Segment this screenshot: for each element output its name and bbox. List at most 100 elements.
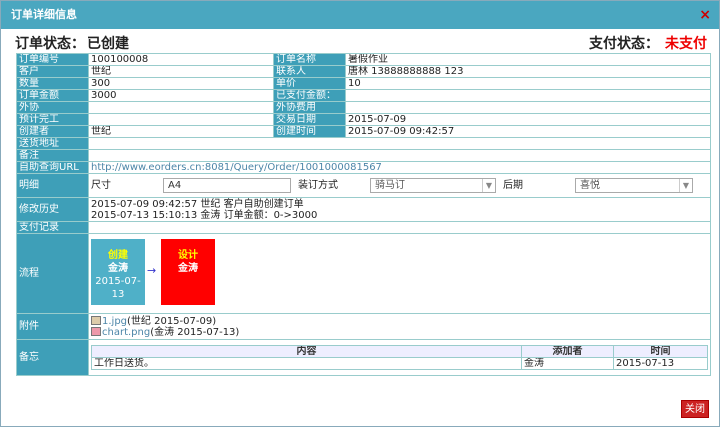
flow-node-person: 金涛 xyxy=(108,262,128,274)
order-status-label: 订单状态： xyxy=(15,36,85,52)
chevron-down-icon: ▼ xyxy=(482,179,495,192)
payments-label: 支付记录 xyxy=(16,221,89,234)
image-file-icon xyxy=(91,327,101,336)
memo-author: 金涛 xyxy=(521,357,614,370)
memo-content: 工作日送货。 xyxy=(91,357,522,370)
size-input[interactable]: A4 xyxy=(163,178,291,193)
memo-table: 内容 添加者 时间 工作日送货。 金涛 2015-07-13 xyxy=(91,345,708,370)
flow-cell: 创建 金涛 2015-07-13 → 设计 金涛 xyxy=(88,233,711,314)
table-row: 自助查询URL http://www.eorders.cn:8081/Query… xyxy=(16,161,711,174)
close-button[interactable]: 关闭 xyxy=(681,400,709,418)
outsource-label: 外协 xyxy=(16,101,89,114)
table-row: 工作日送货。 金涛 2015-07-13 xyxy=(91,357,708,370)
flow-node-design[interactable]: 设计 金涛 xyxy=(161,238,215,305)
created-time-label: 创建时间 xyxy=(273,125,346,138)
table-row: 订单编号 100100008 订单名称 暑假作业 xyxy=(16,53,711,66)
contact-label: 联系人 xyxy=(273,65,346,78)
table-row: 修改历史 2015-07-09 09:42:57 世纪 客户自助创建订单 201… xyxy=(16,197,711,222)
post-value: 喜悦 xyxy=(580,180,600,191)
table-row: 客户 世纪 联系人 唐林 13888888888 123 xyxy=(16,65,711,78)
payments-value xyxy=(88,221,711,234)
address-value xyxy=(88,137,711,150)
table-row: 支付记录 xyxy=(16,221,711,234)
created-time-value: 2015-07-09 09:42:57 xyxy=(345,125,711,138)
table-row: 订单金额 3000 已支付金额： xyxy=(16,89,711,102)
contact-value: 唐林 13888888888 123 xyxy=(345,65,711,78)
remark-label: 备注 xyxy=(16,149,89,162)
trade-date-label: 交易日期 xyxy=(273,113,346,126)
memo-header-content: 内容 xyxy=(91,345,522,358)
customer-label: 客户 xyxy=(16,65,89,78)
customer-value: 世纪 xyxy=(88,65,274,78)
memo-header-author: 添加者 xyxy=(521,345,614,358)
flow-label: 流程 xyxy=(16,233,89,314)
detail-inner-table: 尺寸 A4 装订方式 骑马订 ▼ 后期 喜悦 ▼ xyxy=(90,175,710,197)
quantity-label: 数量 xyxy=(16,77,89,90)
attachment-link[interactable]: 1.jpg xyxy=(102,316,127,327)
remark-value xyxy=(88,149,711,162)
trade-date-value: 2015-07-09 xyxy=(345,113,711,126)
address-label: 送货地址 xyxy=(16,137,89,150)
detail-cell: 尺寸 A4 装订方式 骑马订 ▼ 后期 喜悦 ▼ xyxy=(88,173,711,198)
unit-price-label: 单价 xyxy=(273,77,346,90)
table-row: 附件 1.jpg(世纪 2015-07-09) chart.png(金涛 201… xyxy=(16,313,711,340)
order-no-value: 100100008 xyxy=(88,53,274,66)
pay-status: 支付状态： 未支付 xyxy=(589,33,707,53)
creator-value: 世纪 xyxy=(88,125,274,138)
attachment-meta: (金涛 2015-07-13) xyxy=(150,326,240,338)
table-row: 外协 外协费用 xyxy=(16,101,711,114)
outsource-fee-label: 外协费用 xyxy=(273,101,346,114)
flow-arrow: → xyxy=(147,263,157,277)
close-icon[interactable]: × xyxy=(699,1,711,29)
order-detail-table: 订单编号 100100008 订单名称 暑假作业 客户 世纪 联系人 唐林 13… xyxy=(16,53,711,376)
post-select[interactable]: 喜悦 ▼ xyxy=(575,178,693,193)
memo-header-time: 时间 xyxy=(613,345,708,358)
attachment-link[interactable]: chart.png xyxy=(102,327,150,338)
history-line: 2015-07-09 09:42:57 世纪 客户自助创建订单 xyxy=(91,198,304,210)
binding-value: 骑马订 xyxy=(375,180,405,191)
binding-select[interactable]: 骑马订 ▼ xyxy=(370,178,496,193)
quantity-value: 300 xyxy=(88,77,274,90)
flow-node-person: 金涛 xyxy=(178,262,198,274)
table-row: 创建者 世纪 创建时间 2015-07-09 09:42:57 xyxy=(16,125,711,138)
order-status-value: 已创建 xyxy=(87,36,129,52)
history-cell: 2015-07-09 09:42:57 世纪 客户自助创建订单 2015-07-… xyxy=(88,197,711,222)
size-label: 尺寸 xyxy=(91,180,111,191)
attachment-item: chart.png(金涛 2015-07-13) xyxy=(91,327,708,338)
table-row: 备忘 内容 添加者 时间 工作日送货。 金涛 2015-07-13 xyxy=(16,339,711,376)
unit-price-value: 10 xyxy=(345,77,711,90)
status-row: 订单状态： 已创建 支付状态： 未支付 xyxy=(1,29,719,55)
amount-value: 3000 xyxy=(88,89,274,102)
order-name-label: 订单名称 xyxy=(273,53,346,66)
history-label: 修改历史 xyxy=(16,197,89,222)
expected-label: 预计完工 xyxy=(16,113,89,126)
expected-value xyxy=(88,113,274,126)
pay-status-label: 支付状态： xyxy=(589,36,659,52)
query-url-link[interactable]: http://www.eorders.cn:8081/Query/Order/1… xyxy=(91,163,382,173)
memo-label: 备忘 xyxy=(16,339,89,376)
image-file-icon xyxy=(91,316,101,325)
attachments-label: 附件 xyxy=(16,313,89,340)
table-row: 内容 添加者 时间 xyxy=(91,345,708,358)
outsource-value xyxy=(88,101,274,114)
window-titlebar: 订单详细信息 × xyxy=(1,1,719,29)
memo-cell: 内容 添加者 时间 工作日送货。 金涛 2015-07-13 xyxy=(88,339,711,376)
detail-label: 明细 xyxy=(16,173,89,198)
attachment-meta: (世纪 2015-07-09) xyxy=(127,315,217,327)
order-status: 订单状态： 已创建 xyxy=(15,33,129,53)
table-row: 备注 xyxy=(16,149,711,162)
order-name-value: 暑假作业 xyxy=(345,53,711,66)
history-line: 2015-07-13 15:10:13 金涛 订单金额：0->3000 xyxy=(91,209,318,221)
memo-time: 2015-07-13 xyxy=(613,357,708,370)
outsource-fee-value xyxy=(345,101,711,114)
table-row: 预计完工 交易日期 2015-07-09 xyxy=(16,113,711,126)
flow-node-create[interactable]: 创建 金涛 2015-07-13 xyxy=(91,238,145,305)
chevron-down-icon: ▼ xyxy=(679,179,692,192)
order-detail-window: 订单详细信息 × 订单状态： 已创建 支付状态： 未支付 订单编号 10010000… xyxy=(0,0,720,427)
flow-node-title: 创建 xyxy=(108,249,128,261)
order-no-label: 订单编号 xyxy=(16,53,89,66)
flow-diagram: 创建 金涛 2015-07-13 → 设计 金涛 xyxy=(91,235,708,313)
creator-label: 创建者 xyxy=(16,125,89,138)
table-row: 送货地址 xyxy=(16,137,711,150)
flow-node-date: 2015-07-13 xyxy=(95,275,141,300)
